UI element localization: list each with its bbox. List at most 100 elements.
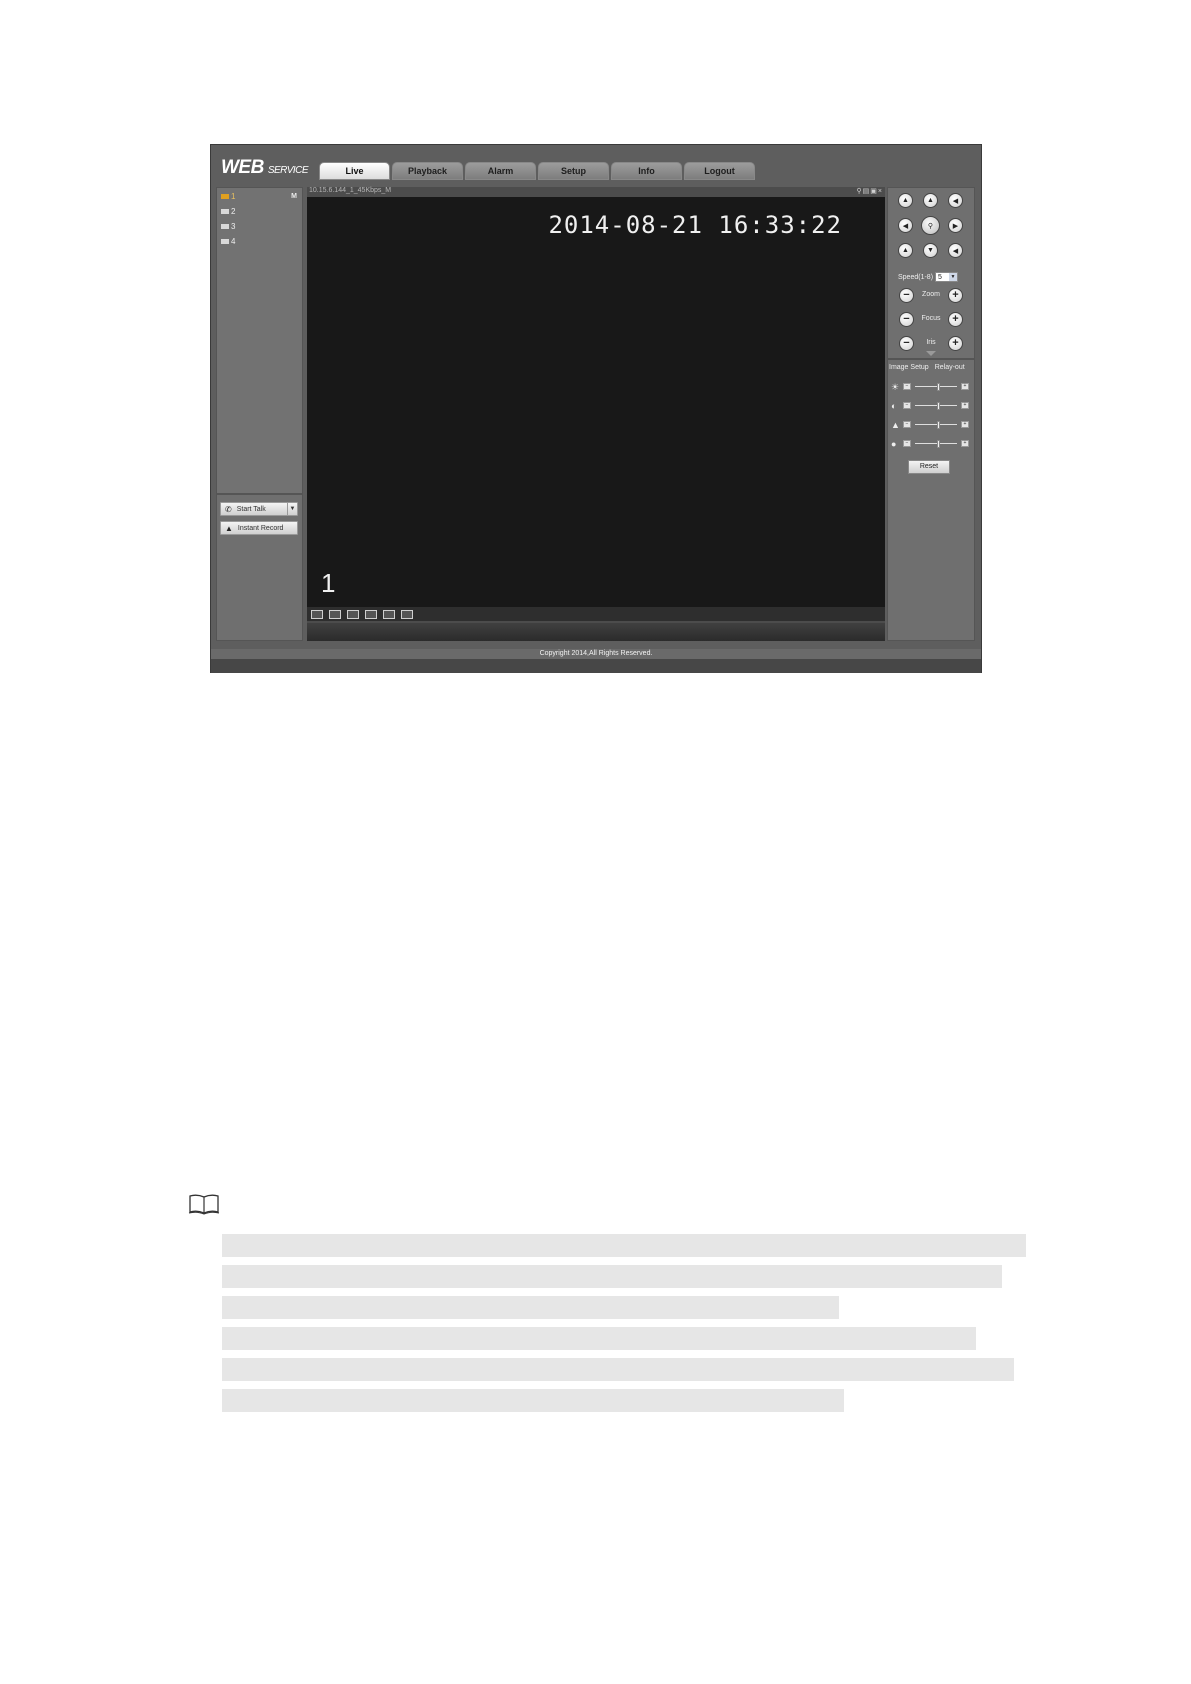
iris-label: Iris xyxy=(926,339,936,346)
iris-plus-button[interactable]: + xyxy=(948,336,963,351)
single-window-icon[interactable] xyxy=(365,609,377,619)
channel-item-2[interactable]: 2 xyxy=(221,205,235,217)
slider-increase-button[interactable]: + xyxy=(961,402,969,409)
brightness-slider[interactable]: ☀ − + xyxy=(891,382,969,392)
channel-list: 1 M 2 3 4 xyxy=(217,188,302,495)
start-talk-button[interactable]: ✆ Start Talk ▼ xyxy=(220,502,298,516)
stream-info: 10.15.6.144_1_45Kbps_M xyxy=(309,187,392,194)
slider-decrease-button[interactable]: − xyxy=(903,402,911,409)
brightness-icon: ☀ xyxy=(891,382,900,392)
four-window-icon[interactable] xyxy=(401,609,413,619)
iris-minus-button[interactable]: − xyxy=(899,336,914,351)
reset-button[interactable]: Reset xyxy=(908,460,950,474)
main-stream-badge[interactable]: M xyxy=(291,193,297,200)
slider-decrease-button[interactable]: − xyxy=(903,440,911,447)
channel-panel: 1 M 2 3 4 ✆ Start Talk ▼ ▲ Instant Record xyxy=(216,187,303,641)
channel-item-1[interactable]: 1 xyxy=(221,190,235,202)
ptz-center-icon[interactable]: ⚲ xyxy=(921,216,940,235)
panel-divider xyxy=(888,358,974,360)
chevron-down-icon[interactable]: ▼ xyxy=(287,503,297,515)
slider-track[interactable] xyxy=(915,421,957,429)
tab-setup[interactable]: Setup xyxy=(538,162,609,180)
ptz-down-icon[interactable]: ▼ xyxy=(923,243,938,258)
channel-label: 2 xyxy=(231,206,236,216)
tab-info[interactable]: Info xyxy=(611,162,682,180)
web-service-logo: WEB SERVICE xyxy=(221,157,309,179)
tab-alarm[interactable]: Alarm xyxy=(465,162,536,180)
speed-select[interactable]: 5 ▼ xyxy=(935,272,959,282)
saturation-icon: ▲ xyxy=(891,420,900,430)
video-window-icons[interactable]: ⚲▤▣× xyxy=(857,187,883,195)
slider-increase-button[interactable]: + xyxy=(961,383,969,390)
osd-channel-number: 1 xyxy=(321,568,336,598)
redacted-text-line xyxy=(222,1327,976,1350)
channel-label: 3 xyxy=(231,221,236,231)
scale-icon[interactable] xyxy=(329,609,341,619)
ptz-left-icon[interactable]: ◀ xyxy=(898,218,913,233)
tab-image-setup[interactable]: Image Setup xyxy=(889,364,929,371)
zoom-label: Zoom xyxy=(922,291,940,298)
slider-decrease-button[interactable]: − xyxy=(903,421,911,428)
channel-label: 4 xyxy=(231,236,236,246)
redacted-text-line xyxy=(222,1296,839,1319)
contrast-slider[interactable]: ◐ − + xyxy=(891,401,969,411)
collapse-arrow-icon[interactable] xyxy=(926,351,936,356)
tab-logout[interactable]: Logout xyxy=(684,162,755,180)
slider-track[interactable] xyxy=(915,383,957,391)
video-status-bar xyxy=(307,623,885,641)
ptz-up-right-icon[interactable]: ◀ xyxy=(948,193,963,208)
zoom-control: − Zoom + xyxy=(899,288,963,303)
chevron-down-icon[interactable]: ▼ xyxy=(949,273,958,281)
camera-icon xyxy=(221,208,229,214)
web-service-window: WEB SERVICE Live Playback Alarm Setup Inf… xyxy=(210,144,982,673)
focus-plus-button[interactable]: + xyxy=(948,312,963,327)
channel-label: 1 xyxy=(231,191,236,201)
tab-playback[interactable]: Playback xyxy=(392,162,463,180)
focus-label: Focus xyxy=(921,315,941,322)
ptz-up-left-icon[interactable]: ▲ xyxy=(898,193,913,208)
video-area: 10.15.6.144_1_45Kbps_M ⚲▤▣× 2014-08-21 1… xyxy=(307,187,885,641)
note-book-icon xyxy=(188,1194,220,1215)
slider-thumb[interactable] xyxy=(937,421,940,429)
focus-minus-button[interactable]: − xyxy=(899,312,914,327)
channel-item-3[interactable]: 3 xyxy=(221,220,235,232)
tab-relay-out[interactable]: Relay-out xyxy=(935,364,965,371)
slider-track[interactable] xyxy=(915,402,957,410)
redacted-text-line xyxy=(222,1358,1014,1381)
slider-thumb[interactable] xyxy=(937,402,940,410)
camera-icon xyxy=(221,223,229,229)
tab-live[interactable]: Live xyxy=(319,162,390,180)
logo-sub: SERVICE xyxy=(267,165,309,176)
warning-icon: ▲ xyxy=(225,523,233,533)
redacted-text-line xyxy=(222,1265,1002,1288)
video-toolbar xyxy=(307,607,885,621)
channel-item-4[interactable]: 4 xyxy=(221,235,235,247)
slider-track[interactable] xyxy=(915,440,957,448)
slider-decrease-button[interactable]: − xyxy=(903,383,911,390)
phone-icon: ✆ xyxy=(225,504,232,514)
start-talk-label: Start Talk xyxy=(236,505,266,513)
instant-record-label: Instant Record xyxy=(237,524,284,532)
zoom-in-button[interactable]: + xyxy=(948,288,963,303)
ptz-down-right-icon[interactable]: ◀ xyxy=(948,243,963,258)
ptz-up-icon[interactable]: ▲ xyxy=(923,193,938,208)
ptz-right-icon[interactable]: ▶ xyxy=(948,218,963,233)
slider-thumb[interactable] xyxy=(937,383,940,391)
video-window[interactable]: 2014-08-21 16:33:22 1 xyxy=(307,197,885,607)
bottom-strip xyxy=(211,659,981,673)
one-window-icon[interactable] xyxy=(383,609,395,619)
instant-record-button[interactable]: ▲ Instant Record xyxy=(220,521,298,535)
original-size-icon[interactable] xyxy=(311,609,323,619)
camera-icon xyxy=(221,238,229,244)
ptz-down-left-icon[interactable]: ▲ xyxy=(898,243,913,258)
fullscreen-icon[interactable] xyxy=(347,609,359,619)
image-setup-tabs: Image Setup Relay-out xyxy=(889,364,965,371)
slider-increase-button[interactable]: + xyxy=(961,421,969,428)
saturation-slider[interactable]: ▲ − + xyxy=(891,420,969,430)
hue-slider[interactable]: ● − + xyxy=(891,439,969,449)
zoom-out-button[interactable]: − xyxy=(899,288,914,303)
slider-thumb[interactable] xyxy=(937,440,940,448)
ptz-panel: ▲ ▲ ◀ ◀ ⚲ ▶ ▲ ▼ ◀ Speed(1-8) 5 ▼ − Zoom … xyxy=(887,187,975,641)
contrast-icon: ◐ xyxy=(891,401,897,411)
slider-increase-button[interactable]: + xyxy=(961,440,969,447)
